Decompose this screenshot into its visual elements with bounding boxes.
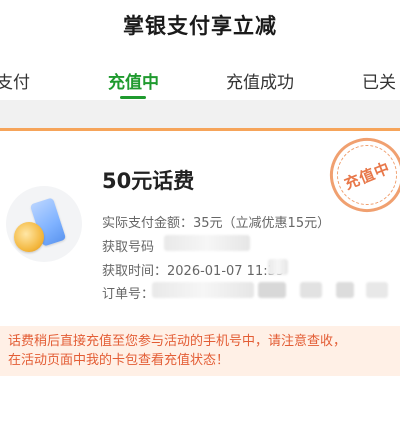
order-number-label: 订单号： — [102, 287, 155, 302]
redacted-order-number-4 — [336, 282, 354, 298]
page-title: 掌银支付享立减 — [123, 14, 277, 38]
tab-recharging[interactable]: 充值中 — [108, 68, 159, 93]
paid-amount: 实际支付金额：35元（立减优惠15元） — [102, 216, 331, 231]
redacted-time-tail — [268, 259, 288, 275]
tab-paid[interactable]: 支付 — [0, 68, 30, 93]
redacted-order-number — [152, 282, 254, 298]
bottom-area — [0, 376, 400, 400]
account-label: 获取号码 — [102, 240, 155, 255]
acquire-time: 获取时间：2026-01-07 11:35 — [102, 264, 285, 279]
active-tab-indicator — [120, 96, 146, 99]
notice-line-2: 在活动页面中我的卡包查看充值状态！ — [8, 353, 230, 368]
redacted-account — [164, 235, 250, 251]
tab-closed[interactable]: 已关 — [362, 68, 396, 93]
top-header: 掌银支付享立减 支付 充值中 充值成功 已关 — [0, 0, 400, 100]
tab-recharge-success[interactable]: 充值成功 — [226, 68, 294, 93]
redacted-order-number-3 — [300, 282, 322, 298]
product-name: 50元话费 — [102, 169, 195, 193]
coin-icon — [14, 222, 44, 252]
notice-banner: 话费稍后直接充值至您参与活动的手机号中，请注意查收， 在活动页面中我的卡包查看充… — [0, 326, 400, 376]
redacted-order-number-2 — [258, 282, 286, 298]
redacted-order-number-5 — [366, 282, 388, 298]
notice-line-1: 话费稍后直接充值至您参与活动的手机号中，请注意查收， — [8, 334, 347, 349]
